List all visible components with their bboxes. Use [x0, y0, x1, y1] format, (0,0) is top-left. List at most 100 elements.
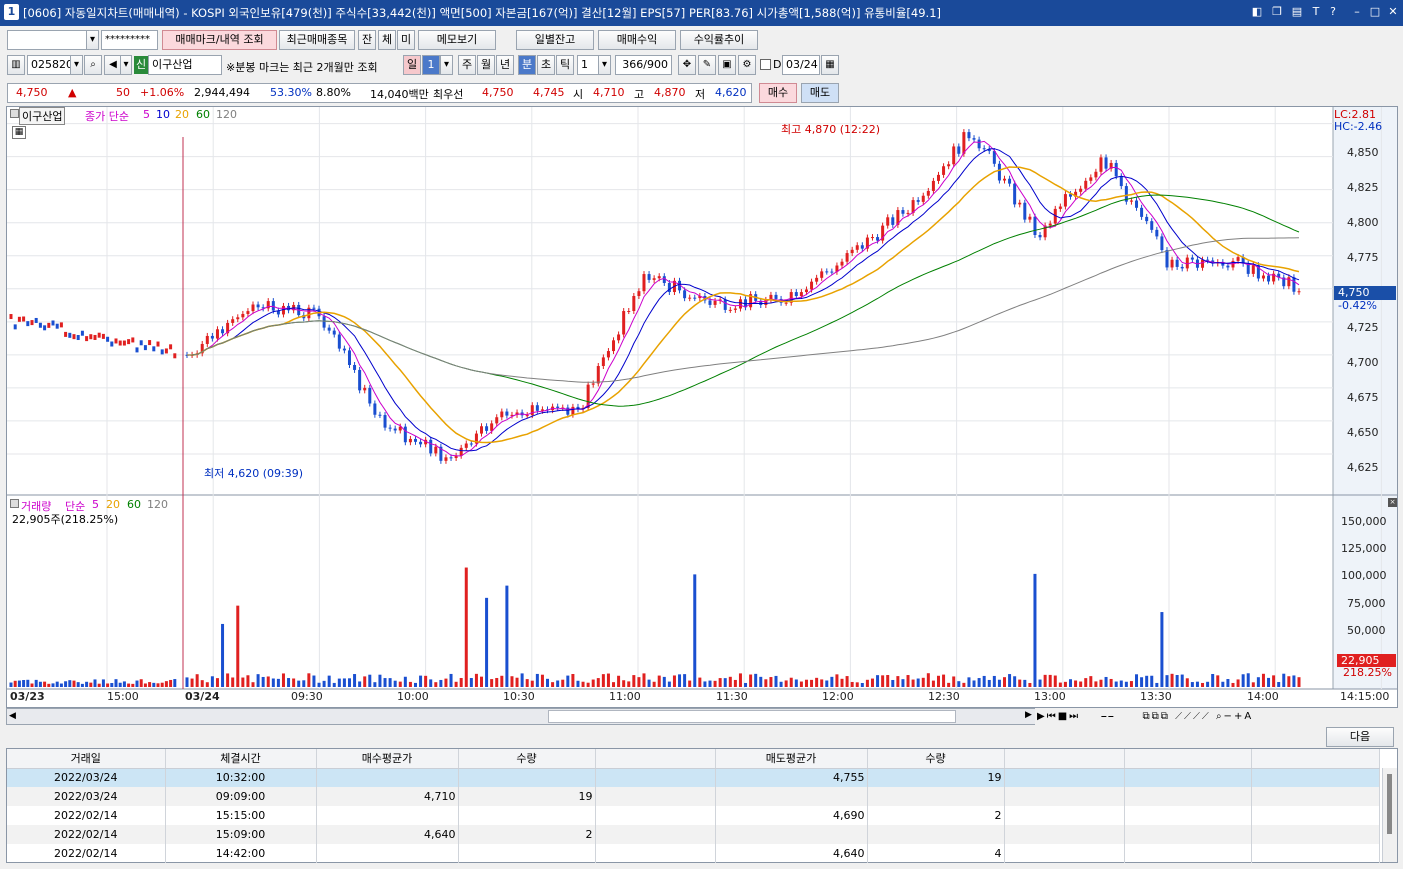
legend-stock-name[interactable]: 이구산업: [19, 107, 66, 125]
interval-input[interactable]: 1: [577, 55, 599, 75]
shape-tools-icon[interactable]: ⧉⧉⧉: [1143, 711, 1170, 722]
zoom-icon[interactable]: ⌕: [1216, 711, 1224, 722]
period-day-n[interactable]: 1: [422, 55, 440, 75]
draw-icon[interactable]: ✎: [698, 55, 716, 75]
daily-balance-button[interactable]: 일별잔고: [516, 30, 594, 50]
cell-empty: [1004, 787, 1125, 806]
table-scrollbar[interactable]: [1382, 768, 1397, 862]
recent-trades-button[interactable]: 최근매매종목: [279, 30, 355, 50]
stock-code-input[interactable]: 025820: [27, 55, 73, 75]
calendar-icon[interactable]: ▦: [821, 55, 839, 75]
layout-icon[interactable]: ▤: [1290, 5, 1304, 19]
close-icon[interactable]: ✕: [1386, 5, 1400, 19]
chart-panel[interactable]: 이구산업 종가 단순 5 10 20 60 120 ▦ LC:2.81 HC:-…: [6, 106, 1398, 708]
chart-tools[interactable]: ▶⏮■⏭ ⎯⎯ ⧉⧉⧉ ⟋⟋⟋⟋ ⌕−+A: [1035, 708, 1399, 725]
help-icon[interactable]: ?: [1326, 5, 1340, 19]
col-header[interactable]: [1004, 749, 1125, 769]
col-header[interactable]: [595, 749, 716, 769]
unfilled-button[interactable]: 미: [397, 30, 415, 50]
volume-bar: [307, 673, 311, 687]
trade-history-table[interactable]: 거래일 체결시간 매수평균가 수량 매도평균가 수량 2022/03/24 10:…: [6, 748, 1398, 863]
table-row[interactable]: 2022/02/14 14:42:00 4,640 4: [7, 844, 1380, 863]
col-header[interactable]: [1251, 749, 1380, 769]
chevron-down-icon[interactable]: ▾: [440, 55, 453, 75]
period-minute-button[interactable]: 분: [518, 55, 536, 75]
chart-type-icon[interactable]: ✥: [678, 55, 696, 75]
volume-legend-toggle[interactable]: [10, 499, 19, 508]
chart-scrollbar[interactable]: ◀ ▶ ▶⏮■⏭ ⎯⎯ ⧉⧉⧉ ⟋⟋⟋⟋ ⌕−+A: [6, 708, 1399, 725]
zoom-in-icon[interactable]: +: [1234, 711, 1244, 722]
copy-icon[interactable]: ❐: [1270, 5, 1284, 19]
period-month-button[interactable]: 월: [477, 55, 495, 75]
forward-icon[interactable]: ⏭: [1069, 711, 1080, 722]
sell-button[interactable]: 매도: [801, 83, 839, 103]
date-input[interactable]: 03/24: [782, 55, 820, 75]
period-day-button[interactable]: 일: [403, 55, 421, 75]
drawing-tools-icon[interactable]: ⟋⟋⟋⟋: [1175, 711, 1211, 722]
save-icon[interactable]: ▣: [718, 55, 736, 75]
period-year-button[interactable]: 년: [496, 55, 514, 75]
col-header[interactable]: 매도평균가: [715, 749, 868, 769]
stop-icon[interactable]: ■: [1058, 711, 1069, 722]
volume-bar: [495, 677, 499, 687]
close-pane-icon[interactable]: ×: [1388, 498, 1397, 507]
panel-icon[interactable]: ▥: [7, 55, 25, 75]
table-icon[interactable]: ▦: [12, 126, 26, 139]
minimize-icon[interactable]: –: [1350, 5, 1364, 19]
text-tool-icon[interactable]: A: [1244, 711, 1253, 722]
data-count-field[interactable]: 366/900: [615, 55, 672, 75]
period-second-button[interactable]: 초: [537, 55, 555, 75]
table-row[interactable]: 2022/02/14 15:09:00 4,640 2: [7, 825, 1380, 844]
trade-marks-button[interactable]: 매매마크/내역 조회: [162, 30, 277, 50]
price-volume-chart[interactable]: [7, 107, 1397, 707]
table-row[interactable]: 2022/02/14 15:15:00 4,690 2: [7, 806, 1380, 825]
pin-icon[interactable]: ◧: [1250, 5, 1264, 19]
chevron-down-icon[interactable]: ▾: [86, 30, 99, 50]
zoom-out-icon[interactable]: −: [1224, 711, 1234, 722]
col-header[interactable]: 체결시간: [165, 749, 317, 769]
volume-bar: [820, 679, 824, 687]
volume-bar: [89, 682, 93, 687]
scroll-right-icon[interactable]: ▶: [1025, 710, 1032, 720]
col-header[interactable]: 거래일: [7, 749, 166, 769]
col-header[interactable]: 매수평균가: [316, 749, 459, 769]
settings-icon[interactable]: ⚙: [738, 55, 756, 75]
col-header[interactable]: [1124, 749, 1252, 769]
buy-button[interactable]: 매수: [759, 83, 797, 103]
chevron-down-icon[interactable]: ▾: [598, 55, 611, 75]
font-icon[interactable]: T: [1309, 5, 1323, 19]
x-tick: 11:00: [609, 690, 641, 703]
chevron-down-icon[interactable]: ▾: [120, 55, 132, 75]
col-header[interactable]: 수량: [458, 749, 596, 769]
balance-button[interactable]: 잔: [358, 30, 376, 50]
quote-bar: 4,750 ▲ 50 +1.06% 2,944,494 53.30% 8.80%…: [0, 83, 1403, 104]
table-row[interactable]: 2022/03/24 10:32:00 4,755 19: [7, 768, 1380, 787]
period-tick-button[interactable]: 틱: [556, 55, 574, 75]
period-week-button[interactable]: 주: [458, 55, 476, 75]
stock-name-field[interactable]: 이구산업: [148, 55, 222, 75]
executed-button[interactable]: 체: [378, 30, 396, 50]
line-tool-icon[interactable]: ⎯⎯: [1101, 711, 1115, 722]
volume-bar: [789, 677, 793, 687]
legend-toggle[interactable]: [10, 109, 19, 118]
return-trend-button[interactable]: 수익률추이: [680, 30, 758, 50]
scroll-thumb[interactable]: [548, 710, 956, 723]
scroll-left-icon[interactable]: ◀: [9, 711, 16, 721]
search-icon[interactable]: ⌕: [84, 55, 102, 75]
volume-bar: [678, 674, 682, 687]
table-scroll-thumb[interactable]: [1387, 774, 1392, 834]
next-button[interactable]: 다음: [1326, 727, 1394, 747]
date-checkbox[interactable]: [760, 59, 771, 70]
play-icon[interactable]: ▶: [1037, 711, 1047, 722]
maximize-icon[interactable]: □: [1368, 5, 1382, 19]
password-field[interactable]: *********: [101, 30, 158, 50]
volume-bar: [733, 679, 737, 687]
rewind-icon[interactable]: ⏮: [1047, 711, 1058, 722]
memo-button[interactable]: 메모보기: [418, 30, 496, 50]
volume-bar: [1089, 676, 1093, 687]
table-row[interactable]: 2022/03/24 09:09:00 4,710 19: [7, 787, 1380, 806]
account-input[interactable]: [7, 30, 87, 50]
chevron-down-icon[interactable]: ▾: [70, 55, 83, 75]
col-header[interactable]: 수량: [867, 749, 1005, 769]
trade-profit-button[interactable]: 매매수익: [598, 30, 676, 50]
